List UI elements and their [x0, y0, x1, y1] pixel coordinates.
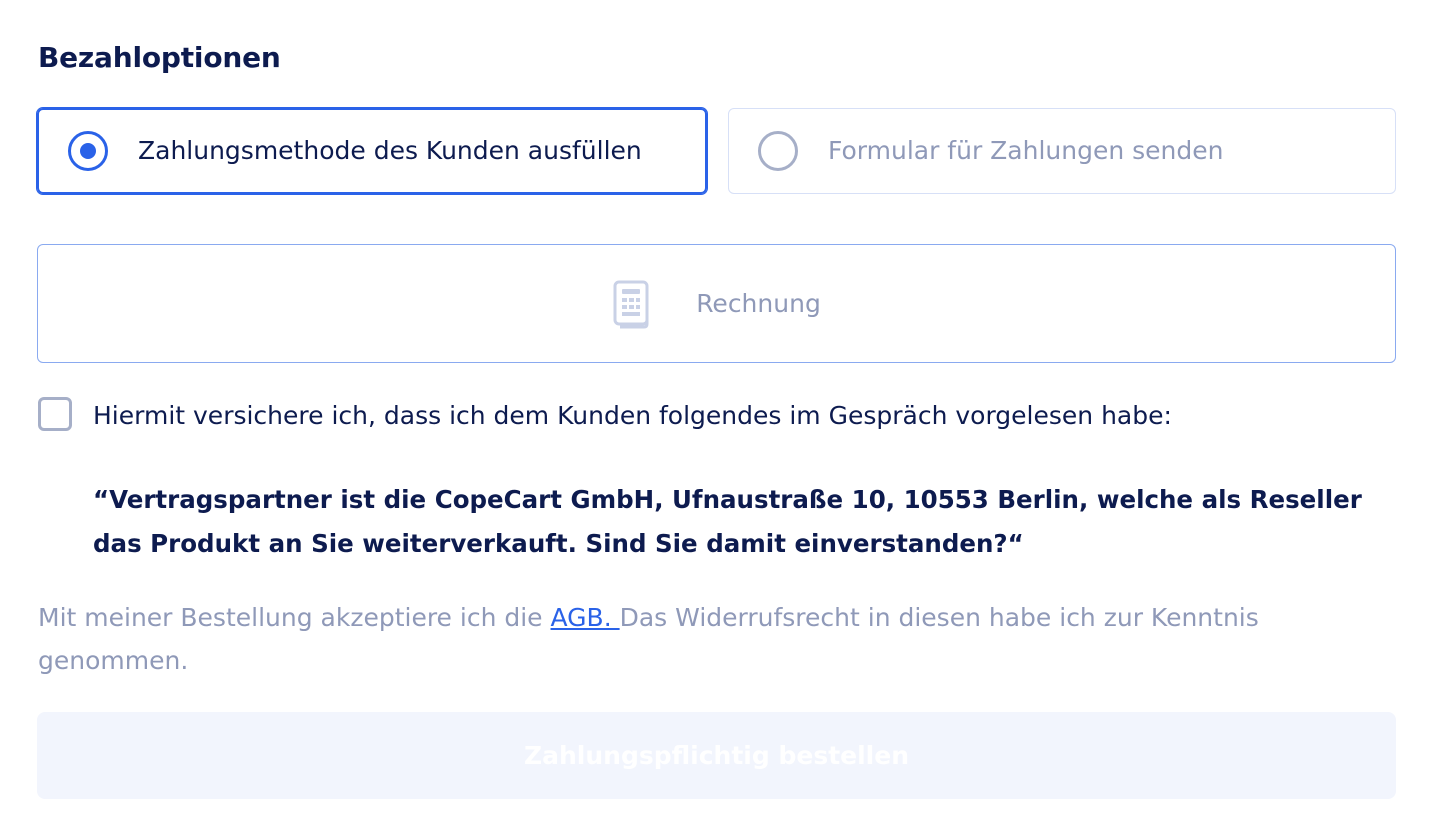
- confirmation-checkbox[interactable]: [38, 397, 72, 431]
- terms-notice: Mit meiner Bestellung akzeptiere ich die…: [38, 596, 1368, 682]
- payment-method-label: Rechnung: [696, 288, 821, 318]
- terms-link[interactable]: AGB.: [551, 603, 620, 632]
- section-title: Bezahloptionen: [38, 41, 281, 74]
- invoice-icon: [613, 280, 649, 328]
- terms-prefix: Mit meiner Bestellung akzeptiere ich die: [38, 603, 551, 632]
- payment-option-label: Zahlungsmethode des Kunden ausfüllen: [138, 136, 642, 165]
- payment-method-invoice[interactable]: Rechnung: [37, 244, 1396, 363]
- payment-option-send-form[interactable]: Formular für Zahlungen senden: [728, 108, 1396, 194]
- radio-unselected-icon[interactable]: [758, 131, 798, 171]
- payment-option-fill-customer-method[interactable]: Zahlungsmethode des Kunden ausfüllen: [36, 107, 708, 195]
- submit-order-button[interactable]: Zahlungspflichtig bestellen: [37, 712, 1396, 799]
- reseller-quote: “Vertragspartner ist die CopeCart GmbH, …: [93, 485, 1362, 558]
- payment-option-label: Formular für Zahlungen senden: [828, 136, 1224, 165]
- confirmation-label: Hiermit versichere ich, dass ich dem Kun…: [93, 401, 1172, 430]
- radio-selected-icon[interactable]: [68, 131, 108, 171]
